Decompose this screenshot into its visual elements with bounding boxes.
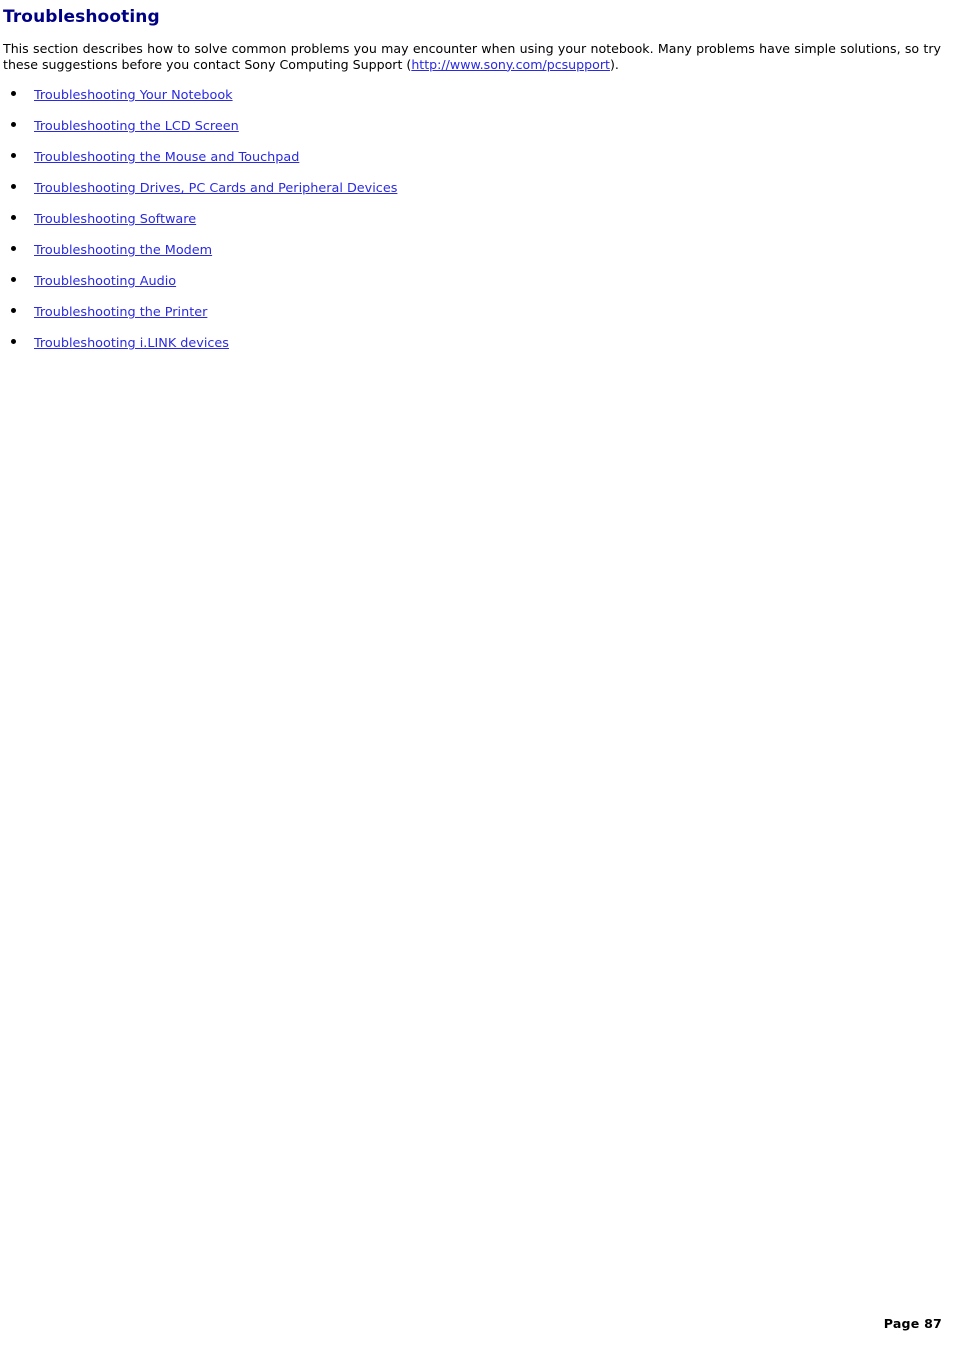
bullet-icon	[11, 122, 16, 128]
document-content: Troubleshooting This section describes h…	[3, 0, 943, 351]
sony-support-link[interactable]: http://www.sony.com/pcsupport	[411, 57, 610, 72]
list-item: Troubleshooting i.LINK devices	[3, 334, 943, 365]
troubleshooting-link-list: Troubleshooting Your Notebook Troublesho…	[3, 86, 943, 365]
toc-link-troubleshooting-audio[interactable]: Troubleshooting Audio	[34, 274, 176, 290]
toc-link-troubleshooting-the-mouse-and-touchpad[interactable]: Troubleshooting the Mouse and Touchpad	[34, 150, 299, 166]
document-page: Troubleshooting This section describes h…	[0, 0, 954, 1351]
list-item: Troubleshooting the Modem	[3, 241, 943, 272]
intro-text-after-link: ).	[609, 56, 619, 72]
bullet-icon	[11, 246, 16, 252]
list-item: Troubleshooting Software	[3, 210, 943, 241]
page-number: Page 87	[883, 1316, 942, 1331]
toc-link-troubleshooting-your-notebook[interactable]: Troubleshooting Your Notebook	[34, 88, 233, 104]
list-item: Troubleshooting Drives, PC Cards and Per…	[3, 179, 943, 210]
bullet-icon	[11, 184, 16, 190]
bullet-icon	[11, 308, 16, 314]
bullet-icon	[11, 215, 16, 221]
toc-link-troubleshooting-ilink-devices[interactable]: Troubleshooting i.LINK devices	[34, 336, 229, 352]
list-item: Troubleshooting the Mouse and Touchpad	[3, 148, 943, 179]
toc-link-troubleshooting-the-modem[interactable]: Troubleshooting the Modem	[34, 243, 212, 259]
list-item: Troubleshooting the LCD Screen	[3, 117, 943, 148]
list-item: Troubleshooting Your Notebook	[3, 86, 943, 117]
page-footer: Page 87	[0, 1313, 942, 1332]
list-item: Troubleshooting the Printer	[3, 303, 943, 334]
bullet-icon	[11, 91, 16, 97]
intro-paragraph: This section describes how to solve comm…	[3, 28, 941, 72]
bullet-icon	[11, 153, 16, 159]
toc-link-troubleshooting-software[interactable]: Troubleshooting Software	[34, 212, 196, 228]
toc-link-troubleshooting-drives-pc-cards-and-peripheral-devices[interactable]: Troubleshooting Drives, PC Cards and Per…	[34, 181, 397, 197]
bullet-icon	[11, 277, 16, 283]
list-item: Troubleshooting Audio	[3, 272, 943, 303]
page-title: Troubleshooting	[3, 7, 160, 27]
bullet-icon	[11, 339, 16, 345]
toc-link-troubleshooting-the-lcd-screen[interactable]: Troubleshooting the LCD Screen	[34, 119, 239, 135]
toc-link-troubleshooting-the-printer[interactable]: Troubleshooting the Printer	[34, 305, 207, 321]
